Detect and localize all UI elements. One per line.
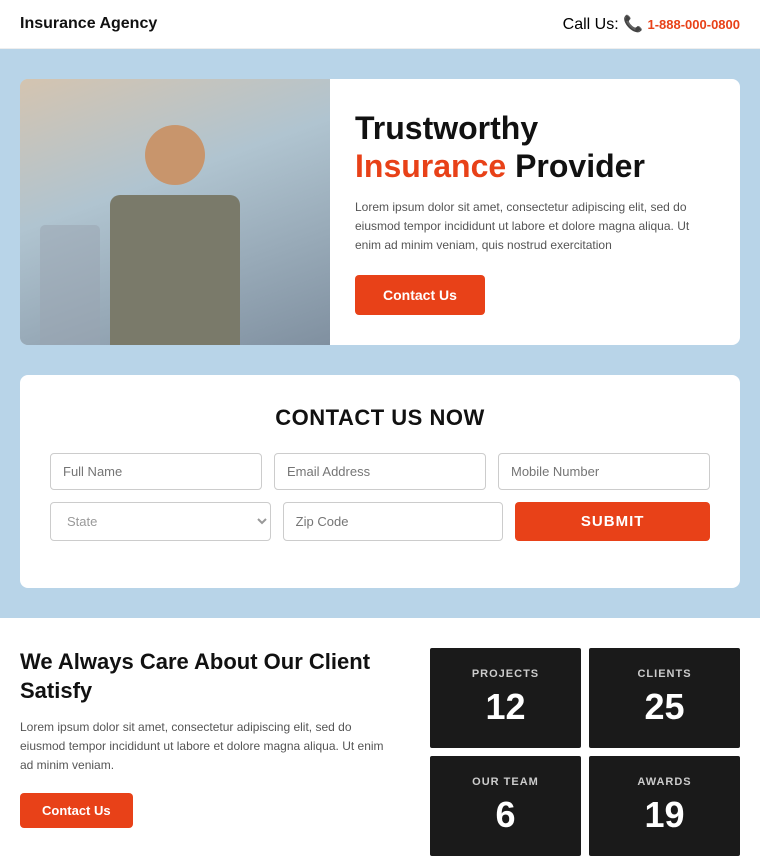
stat-card-clients: CLIENTS 25 bbox=[589, 648, 740, 748]
stat-card-projects: PROJECTS 12 bbox=[430, 648, 581, 748]
stat-label-projects: PROJECTS bbox=[472, 668, 539, 680]
stat-card-team: OUR TEAM 6 bbox=[430, 756, 581, 856]
state-select[interactable]: State Alabama Alaska Arizona California … bbox=[50, 502, 271, 541]
stats-left: We Always Care About Our Client Satisfy … bbox=[20, 648, 410, 856]
stats-right: PROJECTS 12 CLIENTS 25 OUR TEAM 6 AWARDS… bbox=[430, 648, 740, 856]
contact-form-title: CONTACT US NOW bbox=[50, 405, 710, 431]
stat-number-clients: 25 bbox=[644, 686, 684, 728]
hero-image bbox=[20, 79, 330, 345]
email-input[interactable] bbox=[274, 453, 486, 490]
site-header: Insurance Agency Call Us: 📞 1-888-000-08… bbox=[0, 0, 760, 49]
hero-content: Trustworthy Insurance Provider Lorem ips… bbox=[330, 79, 740, 345]
person-body bbox=[110, 195, 240, 345]
hero-card: Trustworthy Insurance Provider Lorem ips… bbox=[20, 79, 740, 345]
stats-description: Lorem ipsum dolor sit amet, consectetur … bbox=[20, 718, 400, 776]
hero-cta-button[interactable]: Contact Us bbox=[355, 275, 485, 315]
stat-number-team: 6 bbox=[495, 794, 515, 836]
zip-input[interactable] bbox=[283, 502, 504, 541]
site-logo: Insurance Agency bbox=[20, 15, 157, 33]
stats-cta-button[interactable]: Contact Us bbox=[20, 793, 133, 828]
hero-section: Trustworthy Insurance Provider Lorem ips… bbox=[0, 49, 760, 375]
submit-button[interactable]: SUBMIT bbox=[515, 502, 710, 541]
call-label: Call Us: bbox=[563, 16, 619, 33]
stat-number-awards: 19 bbox=[644, 794, 684, 836]
mobile-input[interactable] bbox=[498, 453, 710, 490]
contact-form: State Alabama Alaska Arizona California … bbox=[50, 453, 710, 541]
stat-card-awards: AWARDS 19 bbox=[589, 756, 740, 856]
contact-section: CONTACT US NOW State Alabama Alaska Ariz… bbox=[0, 375, 760, 618]
person-head bbox=[145, 125, 205, 185]
phone-section: Call Us: 📞 1-888-000-0800 bbox=[563, 14, 740, 34]
form-row-2: State Alabama Alaska Arizona California … bbox=[50, 502, 710, 541]
hero-description: Lorem ipsum dolor sit amet, consectetur … bbox=[355, 198, 710, 256]
person-main bbox=[85, 105, 265, 345]
stats-section: We Always Care About Our Client Satisfy … bbox=[0, 618, 760, 856]
contact-card: CONTACT US NOW State Alabama Alaska Ariz… bbox=[20, 375, 740, 588]
form-row-1 bbox=[50, 453, 710, 490]
stat-label-team: OUR TEAM bbox=[472, 776, 539, 788]
stat-number-projects: 12 bbox=[485, 686, 525, 728]
full-name-input[interactable] bbox=[50, 453, 262, 490]
stat-label-clients: CLIENTS bbox=[637, 668, 691, 680]
phone-number[interactable]: 1-888-000-0800 bbox=[647, 17, 740, 32]
stats-heading: We Always Care About Our Client Satisfy bbox=[20, 648, 400, 705]
hero-title: Trustworthy Insurance Provider bbox=[355, 109, 710, 186]
stat-label-awards: AWARDS bbox=[637, 776, 691, 788]
